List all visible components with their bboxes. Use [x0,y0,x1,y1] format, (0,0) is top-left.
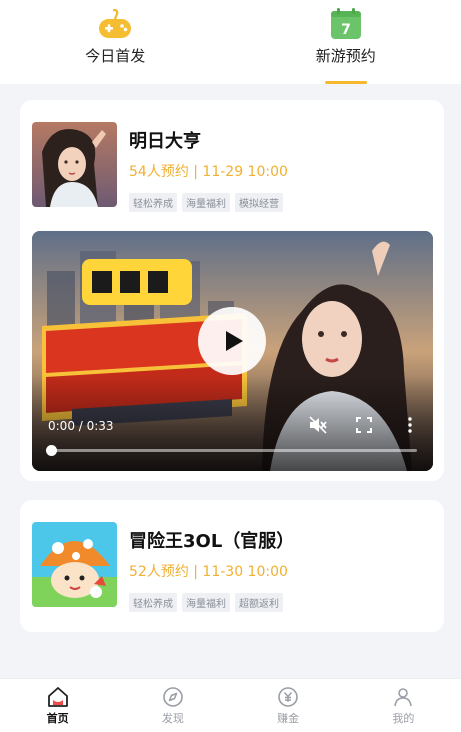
nav-item-discover-label: 发现 [161,712,184,725]
nav-item-profile-label: 我的 [392,712,415,725]
compass-icon [163,687,183,707]
game-tag: 模拟经营 [235,193,283,212]
game-tags: 轻松养成 海量福利 超额返利 [129,593,283,612]
game-card[interactable]: 冒险王3OL（官服） 52人预约 | 11-30 10:00 轻松养成 海量福利… [20,500,444,632]
video-progress-bar[interactable] [46,445,417,456]
play-button[interactable] [198,307,266,375]
play-icon [226,331,243,351]
nav-item-discover[interactable]: 发现 [115,679,230,732]
video-progress-handle[interactable] [46,445,57,456]
game-tags: 轻松养成 海量福利 模拟经营 [129,193,283,212]
game-tag: 超额返利 [235,593,283,612]
coin-icon [278,687,298,707]
video-time: 0:00 / 0:33 [48,419,114,433]
nav-item-home[interactable]: 首页 [0,679,115,732]
mute-button[interactable] [308,415,328,435]
game-tag: 海量福利 [182,593,230,612]
game-tag: 轻松养成 [129,593,177,612]
tab-new-game-booking[interactable]: 7 新游预约 [231,0,461,84]
gamepad-icon [99,8,132,38]
top-tab-bar: 今日首发 7 新游预约 [0,0,461,84]
game-booking-info: 52人预约 | 11-30 10:00 [129,564,288,580]
user-icon [394,688,413,707]
game-thumbnail[interactable] [32,522,117,607]
mute-icon [309,416,327,434]
fullscreen-button[interactable] [354,415,374,435]
tab-today-release[interactable]: 今日首发 [0,0,231,84]
game-thumbnail[interactable] [32,122,117,207]
game-card[interactable]: 明日大亨 54人预约 | 11-29 10:00 轻松养成 海量福利 模拟经营 [20,100,444,481]
more-options-button[interactable] [400,415,420,435]
game-tag: 轻松养成 [129,193,177,212]
video-player[interactable]: 0:00 / 0:33 [32,231,433,471]
nav-item-earn-label: 赚金 [277,712,300,725]
game-title[interactable]: 冒险王3OL（官服） [129,527,294,553]
game-list: 明日大亨 54人预约 | 11-29 10:00 轻松养成 海量福利 模拟经营 [0,84,461,678]
fullscreen-icon [356,417,372,433]
more-vertical-icon [408,417,412,433]
bottom-nav: 首页 发现 赚金 我的 [0,678,461,732]
game-title[interactable]: 明日大亨 [129,127,201,153]
game-booking-info: 54人预约 | 11-29 10:00 [129,164,288,180]
calendar-icon: 7 [330,8,361,39]
nav-item-home-label: 首页 [46,712,69,725]
nav-item-earn[interactable]: 赚金 [231,679,346,732]
tab-today-release-label: 今日首发 [85,47,146,65]
home-icon [47,687,68,707]
tab-new-game-booking-label: 新游预约 [315,47,376,65]
calendar-icon-text: 7 [341,22,351,38]
nav-item-profile[interactable]: 我的 [346,679,461,732]
game-tag: 海量福利 [182,193,230,212]
